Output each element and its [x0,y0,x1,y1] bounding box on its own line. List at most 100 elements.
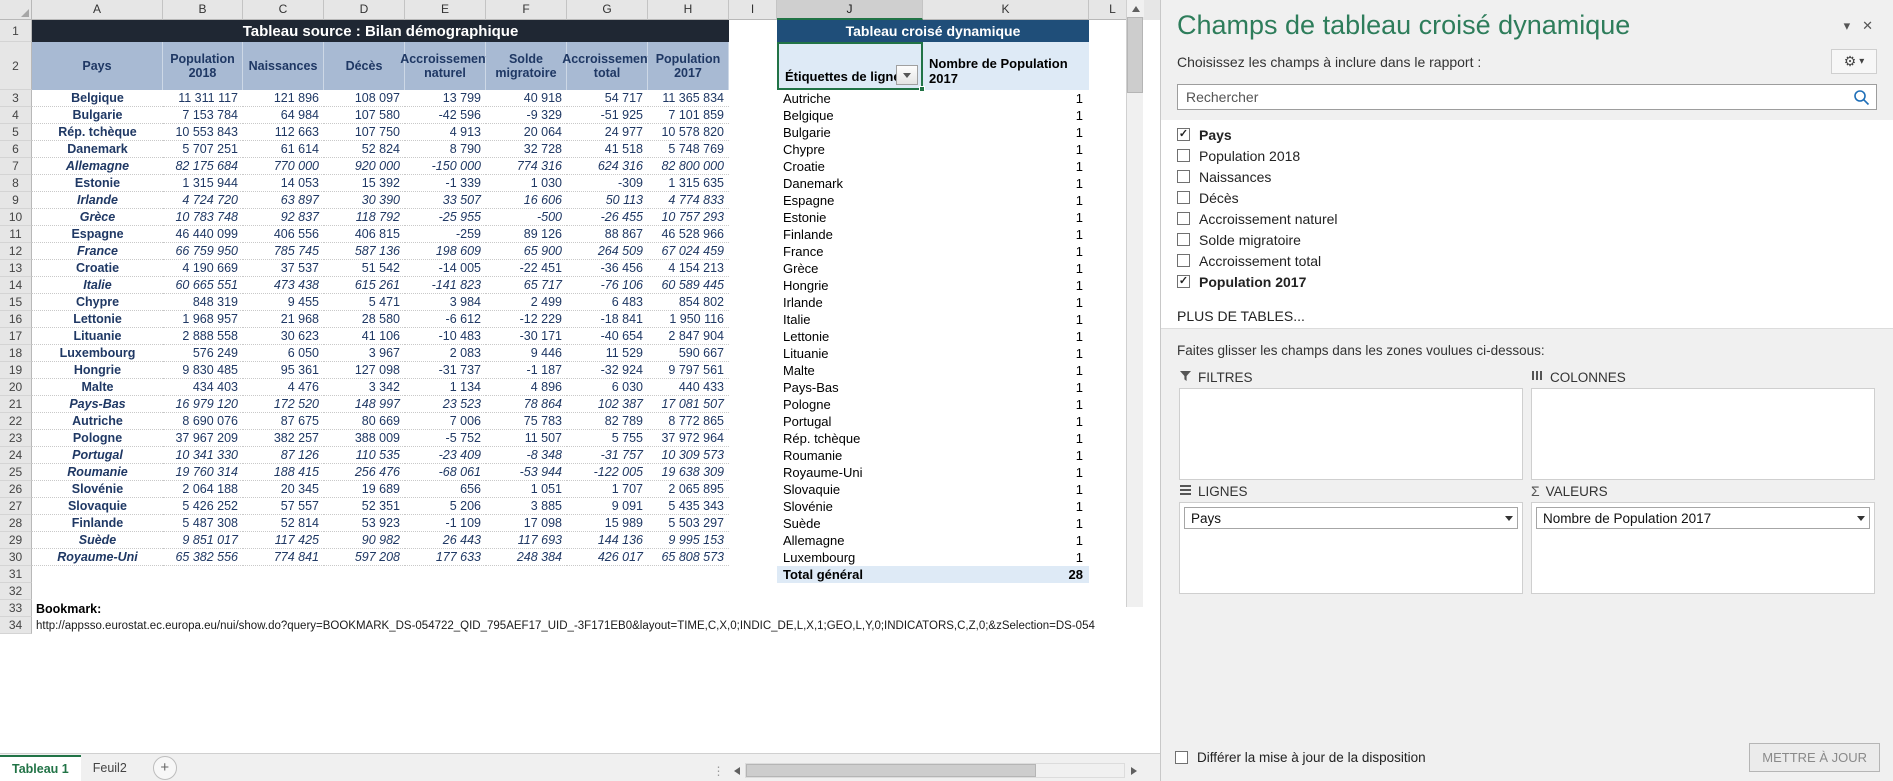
cell-d5[interactable]: 107 750 [324,124,405,141]
pivot-row-label-7[interactable]: Estonie [777,209,923,226]
cell-f9[interactable]: 16 606 [486,192,567,209]
cell-h24[interactable]: 10 309 573 [648,447,729,464]
pivot-row-value-14[interactable]: 1 [923,328,1089,345]
cell-i8[interactable] [729,175,777,192]
cell-a9[interactable]: Irlande [32,192,163,209]
vertical-scroll-thumb[interactable] [1127,17,1143,93]
pivot-row-label-2[interactable]: Bulgarie [777,124,923,141]
cell-e24[interactable]: -23 409 [405,447,486,464]
pivot-row-value-5[interactable]: 1 [923,175,1089,192]
spreadsheet-grid[interactable]: ABCDEFGHIJKL 1 Tableau source : Bilan dém… [0,0,1160,781]
cell-f12[interactable]: 65 900 [486,243,567,260]
cell-g28[interactable]: 15 989 [567,515,648,532]
field-item-accroissement-total[interactable]: Accroissement total [1161,250,1893,271]
cell-d14[interactable]: 615 261 [324,277,405,294]
cell-d8[interactable]: 15 392 [324,175,405,192]
cell-i28[interactable] [729,515,777,532]
pivot-row-value-20[interactable]: 1 [923,430,1089,447]
cell-b7[interactable]: 82 175 684 [163,158,243,175]
cell-c26[interactable]: 20 345 [243,481,324,498]
cell-h10[interactable]: 10 757 293 [648,209,729,226]
cell-i29[interactable] [729,532,777,549]
scroll-left-button[interactable] [728,762,745,779]
scroll-up-button[interactable] [1127,0,1144,17]
cell-i20[interactable] [729,379,777,396]
horizontal-scroll-track[interactable] [745,763,1125,778]
cell-e28[interactable]: -1 109 [405,515,486,532]
cell-c25[interactable]: 188 415 [243,464,324,481]
cell-f19[interactable]: -1 187 [486,362,567,379]
field-checkbox-3[interactable] [1177,191,1190,204]
cell-h27[interactable]: 5 435 343 [648,498,729,515]
cell-d9[interactable]: 30 390 [324,192,405,209]
field-item-accroissement-naturel[interactable]: Accroissement naturel [1161,208,1893,229]
cell-h3[interactable]: 11 365 834 [648,90,729,107]
cell-b10[interactable]: 10 783 748 [163,209,243,226]
cell-h5[interactable]: 10 578 820 [648,124,729,141]
column-header-h[interactable]: H [648,0,729,20]
pivot-row-label-4[interactable]: Croatie [777,158,923,175]
column-header-a[interactable]: A [32,0,163,20]
pivot-row-value-9[interactable]: 1 [923,243,1089,260]
cell-f25[interactable]: -53 944 [486,464,567,481]
cell-i3[interactable] [729,90,777,107]
row-header-7[interactable]: 7 [0,158,32,175]
cell-g23[interactable]: 5 755 [567,430,648,447]
cell-g5[interactable]: 24 977 [567,124,648,141]
cell-e23[interactable]: -5 752 [405,430,486,447]
sheet-tab-1[interactable]: Feuil2 [81,755,139,781]
pivot-row-label-19[interactable]: Portugal [777,413,923,430]
field-chip-rows-0[interactable]: Pays [1184,507,1518,529]
pivot-row-label-0[interactable]: Autriche [777,90,923,107]
pivot-row-label-20[interactable]: Rép. tchèque [777,430,923,447]
table-row[interactable]: 22 Autriche 8 690 076 87 675 80 669 7 006 75 7… [0,413,1160,430]
table-row[interactable]: 3 Belgique 11 311 117 121 896 108 097 13 799 4… [0,90,1160,107]
cell-e15[interactable]: 3 984 [405,294,486,311]
cell-d13[interactable]: 51 542 [324,260,405,277]
cell-i6[interactable] [729,141,777,158]
field-item-population-2018[interactable]: Population 2018 [1161,145,1893,166]
field-item-population-2017[interactable]: ✓ Population 2017 [1161,271,1893,292]
row-header-9[interactable]: 9 [0,192,32,209]
pivot-row-label-24[interactable]: Slovénie [777,498,923,515]
horizontal-scrollbar[interactable]: ⋮ [710,762,1142,779]
cell-f29[interactable]: 117 693 [486,532,567,549]
table-row[interactable]: 16 Lettonie 1 968 957 21 968 28 580 -6 612 -12… [0,311,1160,328]
table-row[interactable]: 25 Roumanie 19 760 314 188 415 256 476 -68 06… [0,464,1160,481]
cell-d15[interactable]: 5 471 [324,294,405,311]
row-header-6[interactable]: 6 [0,141,32,158]
cell-b17[interactable]: 2 888 558 [163,328,243,345]
grid-row[interactable]: 2 Pays Population 2018 Naissances Décès Accroi… [0,42,1160,92]
zone-box-columns[interactable] [1531,388,1875,480]
cell-a16[interactable]: Lettonie [32,311,163,328]
row-header-31[interactable]: 31 [0,566,32,583]
cell-c18[interactable]: 6 050 [243,345,324,362]
cell-a4[interactable]: Bulgarie [32,107,163,124]
cell-f18[interactable]: 9 446 [486,345,567,362]
cell-a29[interactable]: Suède [32,532,163,549]
cell-a6[interactable]: Danemark [32,141,163,158]
pivot-row-value-25[interactable]: 1 [923,515,1089,532]
cell-b6[interactable]: 5 707 251 [163,141,243,158]
table-row[interactable]: 15 Chypre 848 319 9 455 5 471 3 984 2 499 6 483… [0,294,1160,311]
cell-g22[interactable]: 82 789 [567,413,648,430]
cell-i19[interactable] [729,362,777,379]
table-row[interactable]: 18 Luxembourg 576 249 6 050 3 967 2 083 9 446 1… [0,345,1160,362]
cell-e11[interactable]: -259 [405,226,486,243]
cell-e4[interactable]: -42 596 [405,107,486,124]
cell-d10[interactable]: 118 792 [324,209,405,226]
cell-i27[interactable] [729,498,777,515]
cell-a32[interactable] [32,583,1137,600]
cell-i16[interactable] [729,311,777,328]
cell-d23[interactable]: 388 009 [324,430,405,447]
cell-c14[interactable]: 473 438 [243,277,324,294]
cell-a10[interactable]: Grèce [32,209,163,226]
sheet-tab-0[interactable]: Tableau 1 [0,754,81,781]
cell-i11[interactable] [729,226,777,243]
cell-e16[interactable]: -6 612 [405,311,486,328]
pivot-total-label[interactable]: Total général [777,566,923,583]
table-row[interactable]: 28 Finlande 5 487 308 52 814 53 923 -1 109 17 … [0,515,1160,532]
cell-b23[interactable]: 37 967 209 [163,430,243,447]
column-header-k[interactable]: K [923,0,1089,20]
zone-values[interactable]: Σ VALEURS Nombre de Population 2017 [1527,480,1879,594]
